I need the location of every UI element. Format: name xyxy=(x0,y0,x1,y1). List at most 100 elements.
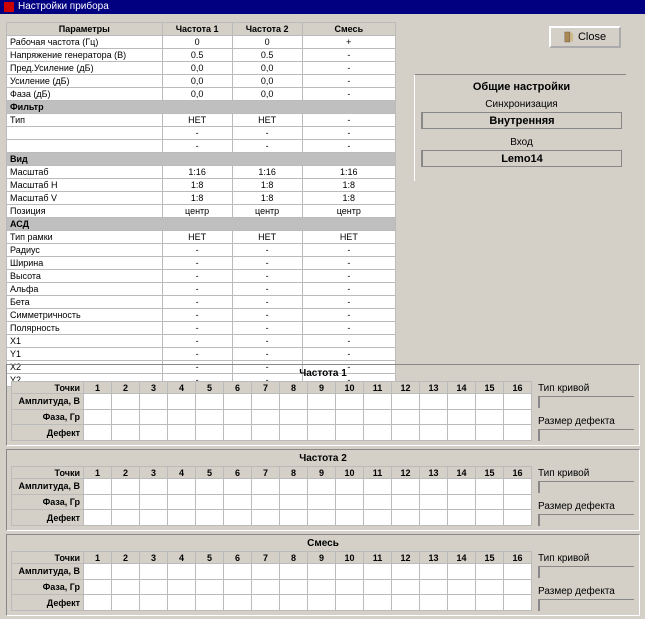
point-cell[interactable] xyxy=(420,564,448,580)
param-cell[interactable]: 1:8 xyxy=(302,179,395,192)
param-cell[interactable]: - xyxy=(162,322,232,335)
point-cell[interactable] xyxy=(280,494,308,510)
point-cell[interactable] xyxy=(168,409,196,425)
param-cell[interactable]: 0,0 xyxy=(232,75,302,88)
param-cell[interactable]: 0,0 xyxy=(162,75,232,88)
point-cell[interactable] xyxy=(112,494,140,510)
param-cell[interactable]: Масштаб V xyxy=(7,192,163,205)
param-cell[interactable]: + xyxy=(302,36,395,49)
param-cell[interactable]: - xyxy=(302,309,395,322)
param-cell[interactable]: - xyxy=(232,140,302,153)
param-cell[interactable]: 0.5 xyxy=(232,49,302,62)
param-cell[interactable]: - xyxy=(302,348,395,361)
point-cell[interactable] xyxy=(392,409,420,425)
point-cell[interactable] xyxy=(392,479,420,495)
mix-points-table[interactable]: Точки12345678910111213141516Амплитуда, В… xyxy=(11,551,532,611)
point-cell[interactable] xyxy=(336,510,364,526)
param-cell[interactable]: - xyxy=(302,62,395,75)
param-cell[interactable]: Радиус xyxy=(7,244,163,257)
point-cell[interactable] xyxy=(420,409,448,425)
param-cell[interactable]: 0 xyxy=(232,36,302,49)
param-cell[interactable]: - xyxy=(232,127,302,140)
param-cell[interactable]: Альфа xyxy=(7,283,163,296)
point-cell[interactable] xyxy=(364,579,392,595)
param-cell[interactable]: 1:16 xyxy=(302,166,395,179)
point-cell[interactable] xyxy=(364,564,392,580)
point-cell[interactable] xyxy=(504,510,532,526)
point-cell[interactable] xyxy=(224,494,252,510)
point-cell[interactable] xyxy=(392,579,420,595)
point-cell[interactable] xyxy=(140,394,168,410)
point-cell[interactable] xyxy=(476,494,504,510)
point-cell[interactable] xyxy=(308,564,336,580)
point-cell[interactable] xyxy=(140,595,168,611)
point-cell[interactable] xyxy=(476,595,504,611)
point-cell[interactable] xyxy=(252,394,280,410)
point-cell[interactable] xyxy=(224,409,252,425)
point-cell[interactable] xyxy=(448,494,476,510)
param-cell[interactable]: Бета xyxy=(7,296,163,309)
param-cell[interactable]: - xyxy=(162,244,232,257)
point-cell[interactable] xyxy=(112,394,140,410)
point-cell[interactable] xyxy=(168,579,196,595)
param-cell[interactable]: Высота xyxy=(7,270,163,283)
point-cell[interactable] xyxy=(336,595,364,611)
param-cell[interactable]: - xyxy=(162,257,232,270)
param-cell[interactable]: - xyxy=(232,348,302,361)
point-cell[interactable] xyxy=(196,394,224,410)
point-cell[interactable] xyxy=(112,595,140,611)
point-cell[interactable] xyxy=(336,494,364,510)
param-cell[interactable]: - xyxy=(302,49,395,62)
point-cell[interactable] xyxy=(84,494,112,510)
point-cell[interactable] xyxy=(364,494,392,510)
point-cell[interactable] xyxy=(392,595,420,611)
param-cell[interactable]: - xyxy=(162,127,232,140)
point-cell[interactable] xyxy=(448,595,476,611)
point-cell[interactable] xyxy=(336,425,364,441)
param-cell[interactable]: Позиция xyxy=(7,205,163,218)
point-cell[interactable] xyxy=(84,564,112,580)
param-cell[interactable]: - xyxy=(232,283,302,296)
point-cell[interactable] xyxy=(476,579,504,595)
param-cell[interactable]: - xyxy=(232,296,302,309)
point-cell[interactable] xyxy=(168,595,196,611)
point-cell[interactable] xyxy=(168,394,196,410)
point-cell[interactable] xyxy=(196,564,224,580)
point-cell[interactable] xyxy=(224,479,252,495)
param-cell[interactable]: - xyxy=(302,335,395,348)
param-cell[interactable] xyxy=(7,127,163,140)
param-cell[interactable]: 0 xyxy=(162,36,232,49)
point-cell[interactable] xyxy=(420,494,448,510)
point-cell[interactable] xyxy=(476,409,504,425)
param-cell[interactable]: - xyxy=(232,322,302,335)
point-cell[interactable] xyxy=(84,510,112,526)
param-cell[interactable]: НЕТ xyxy=(232,114,302,127)
point-cell[interactable] xyxy=(476,479,504,495)
point-cell[interactable] xyxy=(364,409,392,425)
param-cell[interactable]: - xyxy=(302,75,395,88)
point-cell[interactable] xyxy=(196,510,224,526)
param-cell[interactable]: - xyxy=(162,335,232,348)
point-cell[interactable] xyxy=(224,394,252,410)
point-cell[interactable] xyxy=(476,425,504,441)
param-cell[interactable]: 1:16 xyxy=(162,166,232,179)
param-cell[interactable]: X1 xyxy=(7,335,163,348)
point-cell[interactable] xyxy=(84,579,112,595)
point-cell[interactable] xyxy=(308,595,336,611)
param-cell[interactable]: - xyxy=(232,257,302,270)
param-cell[interactable]: 1:8 xyxy=(162,179,232,192)
param-cell[interactable]: центр xyxy=(302,205,395,218)
param-cell[interactable]: 0.5 xyxy=(162,49,232,62)
param-cell[interactable]: - xyxy=(302,283,395,296)
point-cell[interactable] xyxy=(280,564,308,580)
point-cell[interactable] xyxy=(504,595,532,611)
freq2-defect-size[interactable]: Размер дефекта xyxy=(538,501,634,526)
point-cell[interactable] xyxy=(280,479,308,495)
point-cell[interactable] xyxy=(308,579,336,595)
param-cell[interactable]: Тип xyxy=(7,114,163,127)
point-cell[interactable] xyxy=(196,409,224,425)
point-cell[interactable] xyxy=(140,479,168,495)
parameters-table[interactable]: Параметры Частота 1 Частота 2 Смесь Рабо… xyxy=(6,22,396,387)
point-cell[interactable] xyxy=(476,564,504,580)
point-cell[interactable] xyxy=(364,394,392,410)
